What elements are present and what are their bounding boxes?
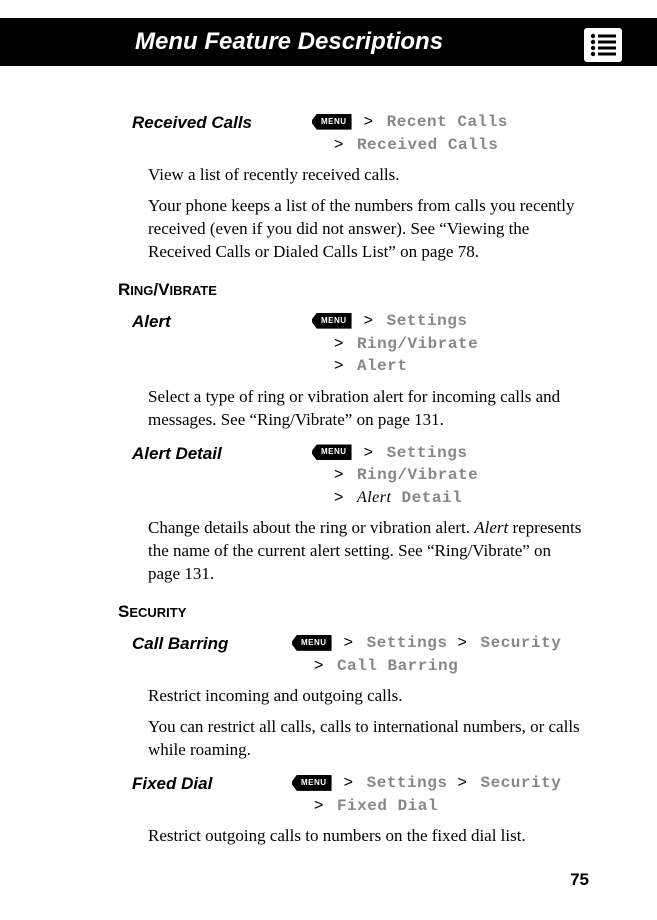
text-italic: Alert xyxy=(474,518,508,537)
path-separator: > xyxy=(344,774,354,791)
feature-title: Received Calls xyxy=(132,111,312,133)
path-item: Call Barring xyxy=(337,657,458,675)
feature-received-calls: Received Calls MENU > Recent Calls > Rec… xyxy=(132,111,585,156)
feature-title: Fixed Dial xyxy=(132,772,292,794)
menu-path: MENU > Settings > Security > Fixed Dial xyxy=(292,772,585,817)
heading-part: ING xyxy=(130,283,153,298)
text-span: Change details about the ring or vibrati… xyxy=(148,518,474,537)
path-separator: > xyxy=(314,797,324,814)
path-item: Security xyxy=(481,774,562,792)
path-item: Settings xyxy=(367,774,448,792)
path-separator: > xyxy=(334,335,344,352)
menu-path: MENU > Recent Calls > Received Calls xyxy=(312,111,585,156)
menu-path: MENU > Settings > Ring/Vibrate > Alert D… xyxy=(312,442,585,510)
menu-key-icon: MENU xyxy=(292,635,332,651)
body-text: Your phone keeps a list of the numbers f… xyxy=(148,195,585,264)
path-item: Detail xyxy=(391,489,462,507)
body-text: View a list of recently received calls. xyxy=(148,164,585,187)
menu-key-icon: MENU xyxy=(312,114,352,130)
feature-title: Call Barring xyxy=(132,632,292,654)
menu-key-icon: MENU xyxy=(312,444,352,460)
feature-fixed-dial: Fixed Dial MENU > Settings > Security > … xyxy=(132,772,585,817)
path-separator: > xyxy=(334,466,344,483)
feature-alert: Alert MENU > Settings > Ring/Vibrate > A… xyxy=(132,310,585,378)
path-separator: > xyxy=(344,634,354,651)
path-item: Ring/Vibrate xyxy=(357,335,478,353)
heading-part: /V xyxy=(153,280,169,299)
body-text: Select a type of ring or vibration alert… xyxy=(148,386,585,432)
path-item: Settings xyxy=(387,312,468,330)
path-separator: > xyxy=(364,113,374,130)
section-heading-ring-vibrate: RING/VIBRATE xyxy=(118,280,585,300)
heading-part: R xyxy=(118,280,130,299)
path-separator: > xyxy=(458,634,468,651)
path-separator: > xyxy=(458,774,468,791)
section-heading-security: SECURITY xyxy=(118,602,585,622)
content-area: Received Calls MENU > Recent Calls > Rec… xyxy=(0,66,657,848)
menu-key-icon: MENU xyxy=(312,313,352,329)
path-separator: > xyxy=(334,136,344,153)
path-item: Ring/Vibrate xyxy=(357,466,478,484)
path-item: Security xyxy=(481,634,562,652)
feature-title: Alert Detail xyxy=(132,442,312,464)
path-item: Settings xyxy=(387,444,468,462)
path-item: Settings xyxy=(367,634,448,652)
page-title: Menu Feature Descriptions xyxy=(135,28,443,56)
feature-alert-detail: Alert Detail MENU > Settings > Ring/Vibr… xyxy=(132,442,585,510)
path-item-italic: Alert xyxy=(357,489,392,506)
menu-path: MENU > Settings > Security > Call Barrin… xyxy=(292,632,585,677)
body-text: Restrict outgoing calls to numbers on th… xyxy=(148,825,585,848)
feature-title: Alert xyxy=(132,310,312,332)
body-text: Restrict incoming and outgoing calls. xyxy=(148,685,585,708)
path-separator: > xyxy=(334,357,344,374)
heading-part: IBRATE xyxy=(169,283,216,298)
list-icon xyxy=(584,28,622,62)
path-separator: > xyxy=(334,489,344,506)
path-item: Alert xyxy=(357,357,408,375)
feature-call-barring: Call Barring MENU > Settings > Security … xyxy=(132,632,585,677)
path-separator: > xyxy=(314,657,324,674)
body-text: Change details about the ring or vibrati… xyxy=(148,517,585,586)
header-bar: Menu Feature Descriptions xyxy=(0,18,657,66)
page-number: 75 xyxy=(570,870,589,890)
menu-key-icon: MENU xyxy=(292,775,332,791)
heading-part: ECURITY xyxy=(129,605,186,620)
heading-part: S xyxy=(118,602,129,621)
path-item: Received Calls xyxy=(357,136,498,154)
path-separator: > xyxy=(364,444,374,461)
path-item: Fixed Dial xyxy=(337,797,438,815)
path-separator: > xyxy=(364,312,374,329)
path-item: Recent Calls xyxy=(387,113,508,131)
menu-path: MENU > Settings > Ring/Vibrate > Alert xyxy=(312,310,585,378)
body-text: You can restrict all calls, calls to int… xyxy=(148,716,585,762)
